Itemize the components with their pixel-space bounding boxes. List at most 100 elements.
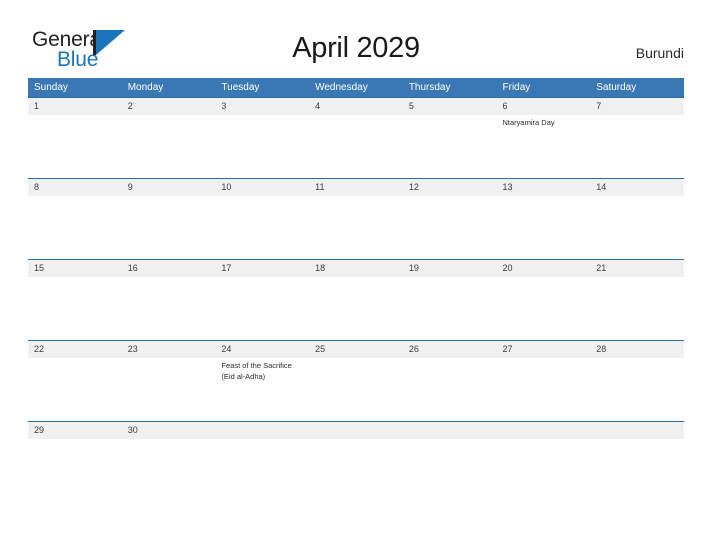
day-cell-content: 11	[309, 179, 403, 196]
page-header: General Blue April 2029 Burundi	[0, 0, 712, 78]
day-cell-content: 16	[121, 260, 216, 277]
weekday-header-sunday: Sunday	[28, 78, 122, 98]
day-number: 28	[590, 341, 684, 358]
calendar-day-cell[interactable]: 7	[590, 97, 684, 179]
day-cell-content: 8	[28, 179, 122, 196]
day-cell-content: 22	[28, 341, 122, 358]
calendar-day-cell[interactable]: 2	[121, 97, 216, 179]
country-label: Burundi	[635, 45, 684, 61]
day-number: 4	[309, 98, 403, 115]
day-number: 16	[121, 260, 216, 277]
day-number: 6	[496, 98, 591, 115]
calendar-day-cell[interactable]: 29	[28, 421, 122, 458]
day-number: 14	[590, 179, 684, 196]
day-number: 24	[215, 341, 310, 358]
day-number: 8	[28, 179, 122, 196]
day-events: Ntaryamira Day	[497, 115, 591, 129]
day-number: 12	[402, 179, 497, 196]
calendar-day-cell[interactable]: 21	[590, 259, 684, 341]
calendar-day-cell[interactable]: 30	[121, 421, 216, 458]
calendar-day-cell[interactable]: 8	[28, 178, 122, 260]
calendar-day-cell[interactable]: 13	[496, 178, 591, 260]
calendar-day-cell[interactable]: 16	[121, 259, 216, 341]
calendar-day-cell[interactable]: 28	[590, 340, 684, 422]
calendar-day-cell[interactable]: 1	[28, 97, 122, 179]
day-cell-content: 21	[590, 260, 684, 277]
calendar-empty-cell	[496, 421, 591, 458]
day-number: 1	[28, 98, 122, 115]
calendar-day-cell[interactable]: 5	[402, 97, 497, 179]
general-blue-logo[interactable]: General Blue	[32, 28, 162, 71]
calendar-week-row: 15 16 17 18 19 20 21	[28, 259, 684, 341]
day-cell-content	[402, 422, 497, 439]
day-cell-content: 13	[496, 179, 591, 196]
day-number: 25	[309, 341, 403, 358]
calendar-day-cell[interactable]: 15	[28, 259, 122, 341]
calendar-week-row: 8 9 10 11 12 13 14	[28, 178, 684, 260]
day-cell-content: 6 Ntaryamira Day	[496, 98, 591, 129]
blue-flag-triangle-icon	[96, 30, 125, 55]
day-cell-content	[496, 422, 591, 439]
calendar-day-cell[interactable]: 14	[590, 178, 684, 260]
day-events: Feast of the Sacrifice (Eid al-Adha)	[215, 358, 309, 382]
calendar-day-cell[interactable]: 9	[121, 178, 216, 260]
day-cell-content: 23	[121, 341, 216, 358]
day-cell-content: 14	[590, 179, 684, 196]
calendar-day-cell[interactable]: 10	[215, 178, 310, 260]
calendar-empty-cell	[309, 421, 403, 458]
weekday-header-wednesday: Wednesday	[309, 78, 403, 98]
day-cell-content: 29	[28, 422, 122, 439]
day-cell-content: 5	[402, 98, 497, 115]
logo-text-blue: Blue	[57, 48, 99, 71]
calendar-empty-cell	[215, 421, 310, 458]
calendar-day-cell[interactable]: 18	[309, 259, 403, 341]
day-cell-content: 24 Feast of the Sacrifice (Eid al-Adha)	[215, 341, 310, 382]
day-number	[215, 422, 310, 439]
day-cell-content: 1	[28, 98, 122, 115]
day-number: 10	[215, 179, 310, 196]
day-cell-content: 4	[309, 98, 403, 115]
calendar-day-cell[interactable]: 6 Ntaryamira Day	[496, 97, 591, 179]
day-number: 7	[590, 98, 684, 115]
calendar-week-row: 29 30	[28, 421, 684, 458]
calendar-day-cell[interactable]: 3	[215, 97, 310, 179]
day-number: 18	[309, 260, 403, 277]
calendar-page: General Blue April 2029 Burundi Sunday M…	[0, 0, 712, 550]
day-number: 30	[121, 422, 216, 439]
calendar-empty-cell	[402, 421, 497, 458]
weekday-header-friday: Friday	[496, 78, 591, 98]
day-cell-content: 2	[121, 98, 216, 115]
calendar-day-cell[interactable]: 12	[402, 178, 497, 260]
calendar-day-cell[interactable]: 22	[28, 340, 122, 422]
day-number: 20	[496, 260, 591, 277]
calendar-day-cell[interactable]: 24 Feast of the Sacrifice (Eid al-Adha)	[215, 340, 310, 422]
calendar-day-cell[interactable]: 23	[121, 340, 216, 422]
day-cell-content: 12	[402, 179, 497, 196]
day-number: 17	[215, 260, 310, 277]
calendar-day-cell[interactable]: 27	[496, 340, 591, 422]
calendar-day-cell[interactable]: 17	[215, 259, 310, 341]
calendar-day-cell[interactable]: 20	[496, 259, 591, 341]
weekday-header-monday: Monday	[121, 78, 216, 98]
day-cell-content: 18	[309, 260, 403, 277]
calendar-table: Sunday Monday Tuesday Wednesday Thursday…	[28, 78, 684, 458]
holiday-event-label: Feast of the Sacrifice (Eid al-Adha)	[221, 361, 292, 381]
day-number: 15	[28, 260, 122, 277]
day-number: 19	[402, 260, 497, 277]
day-cell-content: 17	[215, 260, 310, 277]
day-number: 27	[496, 341, 591, 358]
day-number: 13	[496, 179, 591, 196]
calendar-day-cell[interactable]: 11	[309, 178, 403, 260]
day-number: 23	[121, 341, 216, 358]
day-number: 9	[121, 179, 216, 196]
day-number: 11	[309, 179, 403, 196]
calendar-day-cell[interactable]: 25	[309, 340, 403, 422]
day-number: 2	[121, 98, 216, 115]
weekday-header-tuesday: Tuesday	[215, 78, 310, 98]
day-number: 22	[28, 341, 122, 358]
day-cell-content: 30	[121, 422, 216, 439]
calendar-day-cell[interactable]: 19	[402, 259, 497, 341]
calendar-day-cell[interactable]: 4	[309, 97, 403, 179]
calendar-day-cell[interactable]: 26	[402, 340, 497, 422]
day-cell-content: 19	[402, 260, 497, 277]
